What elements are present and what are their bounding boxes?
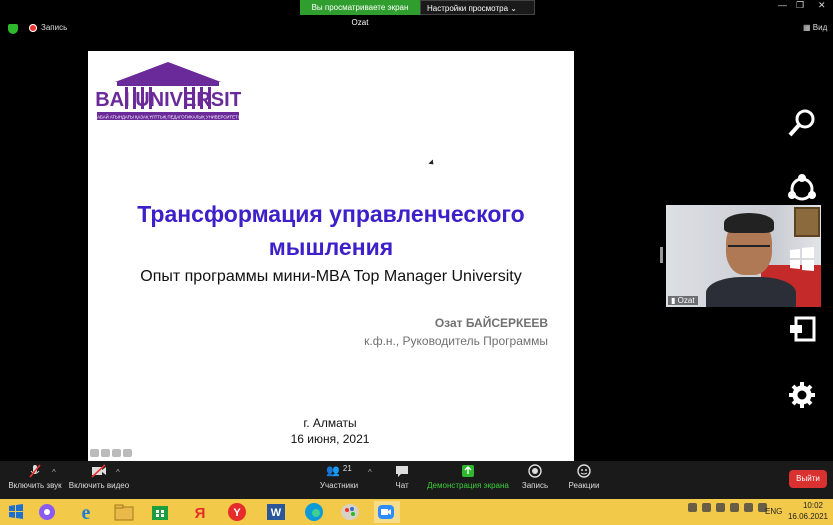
slide-title: Трансформация управленческого мышления xyxy=(90,198,572,264)
edge-icon[interactable] xyxy=(300,501,328,523)
windows-start-icon[interactable] xyxy=(787,244,817,274)
prev-slide-icon[interactable] xyxy=(90,449,99,457)
chat-button[interactable]: Чат xyxy=(388,464,416,490)
slide-date: 16 июня, 2021 xyxy=(290,432,370,446)
view-label: Вид xyxy=(812,23,828,32)
system-tray[interactable] xyxy=(688,503,767,512)
internet-explorer-icon[interactable]: e xyxy=(72,501,100,523)
chat-label: Чат xyxy=(395,481,409,490)
svg-text:W: W xyxy=(271,507,282,519)
slide-author-role: к.ф.н., Руководитель Программы xyxy=(364,334,548,348)
next-slide-icon[interactable] xyxy=(123,449,132,457)
chat-bubble-icon xyxy=(396,466,408,477)
recording-icon[interactable] xyxy=(29,24,37,32)
reactions-button[interactable]: Реакции xyxy=(566,464,602,490)
start-video-label: Включить видео xyxy=(68,481,130,490)
network-icon[interactable] xyxy=(744,503,753,512)
clock-time[interactable]: 10:02 xyxy=(798,501,828,510)
store-icon[interactable] xyxy=(146,501,174,523)
record-label: Запись xyxy=(521,481,549,490)
input-language[interactable]: ENG xyxy=(765,507,782,516)
alice-assistant-icon[interactable] xyxy=(33,501,61,523)
devices-icon[interactable] xyxy=(787,314,817,344)
leave-button[interactable]: Выйти xyxy=(789,470,827,488)
people-icon: 👥 xyxy=(326,465,340,477)
camera-off-icon xyxy=(91,464,106,478)
participants-label: Участники xyxy=(319,481,359,490)
yandex-browser-icon[interactable]: Y xyxy=(223,501,251,523)
windows-logo-icon[interactable] xyxy=(2,501,30,523)
participants-button[interactable]: 👥 21 Участники xyxy=(314,464,364,490)
university-logo: ABAI UNIVERSITY АБАЙ АТЫНДАҒЫ ҚАЗАҚ ҰЛТТ… xyxy=(95,62,241,120)
pen-icon[interactable] xyxy=(101,449,110,457)
slide-city: г. Алматы xyxy=(303,416,357,430)
svg-text:e: e xyxy=(82,502,91,523)
minimize-icon[interactable]: — xyxy=(778,0,787,10)
word-icon[interactable]: W xyxy=(262,501,290,523)
smiley-icon xyxy=(577,464,591,478)
svg-text:Я: Я xyxy=(195,505,206,522)
share-screen-label: Демонстрация экрана xyxy=(427,481,509,490)
share-charm-icon[interactable] xyxy=(787,174,817,204)
audio-options-caret[interactable]: ^ xyxy=(52,468,56,477)
shield-icon[interactable] xyxy=(8,24,18,34)
tray-app-icon[interactable] xyxy=(730,503,739,512)
participant-body xyxy=(706,277,796,307)
zoom-app-icon[interactable] xyxy=(372,501,400,523)
view-button[interactable]: ▦ Вид xyxy=(803,23,827,32)
chevron-down-icon: ⌄ xyxy=(510,4,517,13)
svg-text:ABAI UNIVERSITY: ABAI UNIVERSITY xyxy=(95,89,241,111)
svg-text:Y: Y xyxy=(233,507,241,519)
participants-caret[interactable]: ^ xyxy=(368,468,372,477)
slide-title-line2: мышления xyxy=(268,234,394,260)
gear-icon[interactable] xyxy=(787,380,817,410)
unmute-label: Включить звук xyxy=(8,481,62,490)
recording-label: Запись xyxy=(41,23,68,32)
share-notice: Вы просматриваете экран Ozat xyxy=(300,0,420,27)
microphone-muted-icon xyxy=(29,464,41,478)
menu-icon[interactable] xyxy=(112,449,121,457)
share-arrow-icon xyxy=(462,465,474,477)
paint-icon[interactable] xyxy=(336,501,364,523)
reactions-label: Реакции xyxy=(568,481,600,490)
participant-name-tag: ▮ Ozat xyxy=(668,296,698,305)
tray-app-icon[interactable] xyxy=(716,503,725,512)
svg-text:АБАЙ АТЫНДАҒЫ ҚАЗАҚ ҰЛТТЫҚ ПЕД: АБАЙ АТЫНДАҒЫ ҚАЗАҚ ҰЛТТЫҚ ПЕДАГОГИКАЛЫҚ… xyxy=(97,115,239,120)
start-video-button[interactable]: Включить видео xyxy=(68,464,130,490)
tray-app-icon[interactable] xyxy=(702,503,711,512)
slide-subtitle: Опыт программы мини-MBA Top Manager Univ… xyxy=(140,268,522,285)
restore-icon[interactable]: ❐ xyxy=(796,0,804,11)
grid-icon: ▦ xyxy=(803,23,811,32)
video-options-caret[interactable]: ^ xyxy=(116,468,120,477)
slide-title-line1: Трансформация управленческого xyxy=(137,201,525,227)
participants-count: 21 xyxy=(342,464,352,473)
file-explorer-icon[interactable] xyxy=(110,501,138,523)
participant-name: Ozat xyxy=(677,296,695,305)
screen-share-banner: Вы просматриваете экран Ozat Настройки п… xyxy=(300,0,535,27)
close-icon[interactable]: ✕ xyxy=(818,0,826,11)
unmute-button[interactable]: Включить звук xyxy=(4,464,66,490)
record-icon xyxy=(528,464,542,478)
view-settings-label: Настройки просмотра xyxy=(427,4,509,13)
video-panel-handle[interactable] xyxy=(660,247,663,263)
clock-date[interactable]: 16.06.2021 xyxy=(786,512,830,521)
record-button[interactable]: Запись xyxy=(520,464,550,490)
yandex-icon[interactable]: Я xyxy=(186,501,214,523)
tray-app-icon[interactable] xyxy=(688,503,697,512)
search-icon[interactable] xyxy=(787,108,817,138)
share-screen-button[interactable]: Демонстрация экрана xyxy=(426,464,510,490)
picture-frame xyxy=(794,207,820,237)
view-settings-button[interactable]: Настройки просмотра ⌄ xyxy=(420,0,535,15)
signal-icon: ▮ xyxy=(671,296,676,305)
slide-nav-controls[interactable] xyxy=(90,449,132,457)
slide-author: Озат БАЙСЕРКЕЕВ xyxy=(434,316,548,330)
